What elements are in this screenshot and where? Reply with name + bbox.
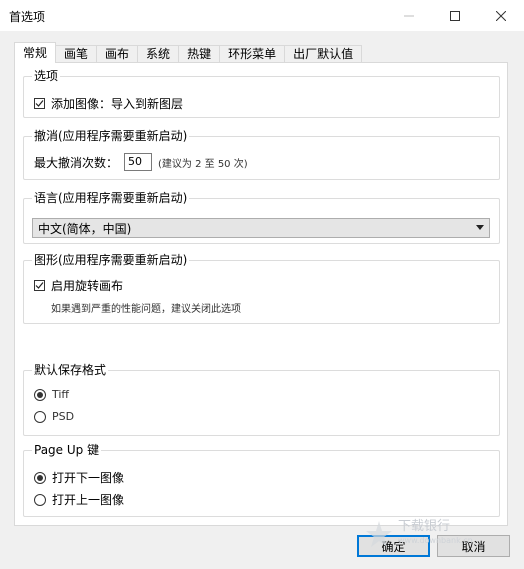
checkmark-icon bbox=[35, 100, 44, 107]
options-group-title: 选项 bbox=[32, 68, 61, 84]
minimize-button[interactable] bbox=[386, 0, 432, 31]
watermark-sub: www.downbank.cn bbox=[398, 536, 473, 545]
maximize-icon bbox=[450, 10, 460, 21]
add-image-checkbox-row[interactable]: 添加图像：导入到新图层 bbox=[34, 95, 183, 112]
save-format-option-psd[interactable]: PSD bbox=[34, 410, 74, 423]
checkmark-icon bbox=[35, 282, 44, 289]
graphics-note: 如果遇到严重的性能问题，建议关闭此选项 bbox=[51, 304, 241, 315]
tab-hotkeys[interactable]: 热键 bbox=[178, 45, 221, 63]
close-icon bbox=[496, 10, 506, 21]
page-up-group: Page Up 键 打开下一图像 打开上一图像 bbox=[23, 442, 500, 517]
open-next-label: 打开下一图像 bbox=[52, 471, 125, 485]
watermark: 下载银行 www.downbank.cn bbox=[398, 520, 473, 548]
tab-strip: 常规 画笔 画布 系统 热键 环形菜单 出厂默认值 bbox=[14, 42, 363, 63]
open-next-radio[interactable] bbox=[34, 471, 46, 484]
save-format-group: 默认保存格式 Tiff PSD bbox=[23, 362, 500, 436]
save-format-group-title: 默认保存格式 bbox=[32, 362, 109, 378]
psd-radio[interactable] bbox=[34, 410, 46, 423]
page-up-option-prev[interactable]: 打开上一图像 bbox=[34, 491, 124, 508]
tab-ring-menu[interactable]: 环形菜单 bbox=[219, 45, 286, 63]
graphics-group-title: 图形(应用程序需要重新启动) bbox=[32, 252, 190, 268]
save-format-option-tiff[interactable]: Tiff bbox=[34, 388, 69, 401]
maximize-button[interactable] bbox=[432, 0, 478, 31]
close-button[interactable] bbox=[478, 0, 524, 31]
psd-label: PSD bbox=[52, 410, 75, 423]
max-undo-label: 最大撤消次数： bbox=[34, 155, 119, 170]
page-up-option-next[interactable]: 打开下一图像 bbox=[34, 469, 124, 486]
rotate-canvas-checkbox[interactable] bbox=[34, 280, 45, 291]
general-tab-panel: 选项 添加图像：导入到新图层 撤消(应用程序需要重新启动) 最大撤消次数： 50… bbox=[14, 62, 508, 526]
rotate-canvas-checkbox-row[interactable]: 启用旋转画布 bbox=[34, 277, 123, 294]
undo-group-title: 撤消(应用程序需要重新启动) bbox=[32, 128, 190, 144]
graphics-group: 图形(应用程序需要重新启动) 启用旋转画布 如果遇到严重的性能问题，建议关闭此选… bbox=[23, 252, 500, 324]
window-title: 首选项 bbox=[9, 10, 46, 24]
rotate-canvas-label: 启用旋转画布 bbox=[51, 279, 124, 293]
tiff-radio[interactable] bbox=[34, 388, 46, 401]
add-image-label: 添加图像：导入到新图层 bbox=[51, 97, 184, 111]
language-select[interactable]: 中文(简体，中国) bbox=[32, 218, 490, 238]
language-group-title: 语言(应用程序需要重新启动) bbox=[32, 190, 190, 206]
open-prev-label: 打开上一图像 bbox=[52, 493, 125, 507]
minimize-icon bbox=[404, 15, 414, 16]
undo-row: 最大撤消次数： 50 (建议为 2 至 50 次) bbox=[34, 153, 248, 171]
undo-hint: (建议为 2 至 50 次) bbox=[158, 158, 248, 170]
tab-brush[interactable]: 画笔 bbox=[55, 45, 98, 63]
tab-general[interactable]: 常规 bbox=[14, 42, 57, 63]
tab-system[interactable]: 系统 bbox=[137, 45, 180, 63]
graphics-note-row: 如果遇到严重的性能问题，建议关闭此选项 bbox=[51, 300, 241, 315]
add-image-checkbox[interactable] bbox=[34, 98, 45, 109]
language-selected-value: 中文(简体，中国) bbox=[38, 221, 132, 236]
open-prev-radio[interactable] bbox=[34, 493, 46, 506]
dialog-client: 常规 画笔 画布 系统 热键 环形菜单 出厂默认值 选项 添加图像：导入到新图层… bbox=[0, 31, 524, 569]
tab-factory-defaults[interactable]: 出厂默认值 bbox=[284, 45, 363, 63]
watermark-text: 下载银行 bbox=[398, 519, 451, 534]
language-group: 语言(应用程序需要重新启动) 中文(简体，中国) bbox=[23, 190, 500, 244]
watermark-logo-icon bbox=[366, 521, 392, 547]
page-up-group-title: Page Up 键 bbox=[32, 442, 102, 458]
dropdown-arrow-icon bbox=[476, 225, 484, 230]
tab-canvas[interactable]: 画布 bbox=[96, 45, 139, 63]
max-undo-input[interactable]: 50 bbox=[124, 153, 153, 171]
options-group: 选项 添加图像：导入到新图层 bbox=[23, 68, 500, 118]
undo-group: 撤消(应用程序需要重新启动) 最大撤消次数： 50 (建议为 2 至 50 次) bbox=[23, 128, 500, 180]
title-bar: 首选项 bbox=[0, 0, 524, 31]
tiff-label: Tiff bbox=[52, 388, 70, 401]
